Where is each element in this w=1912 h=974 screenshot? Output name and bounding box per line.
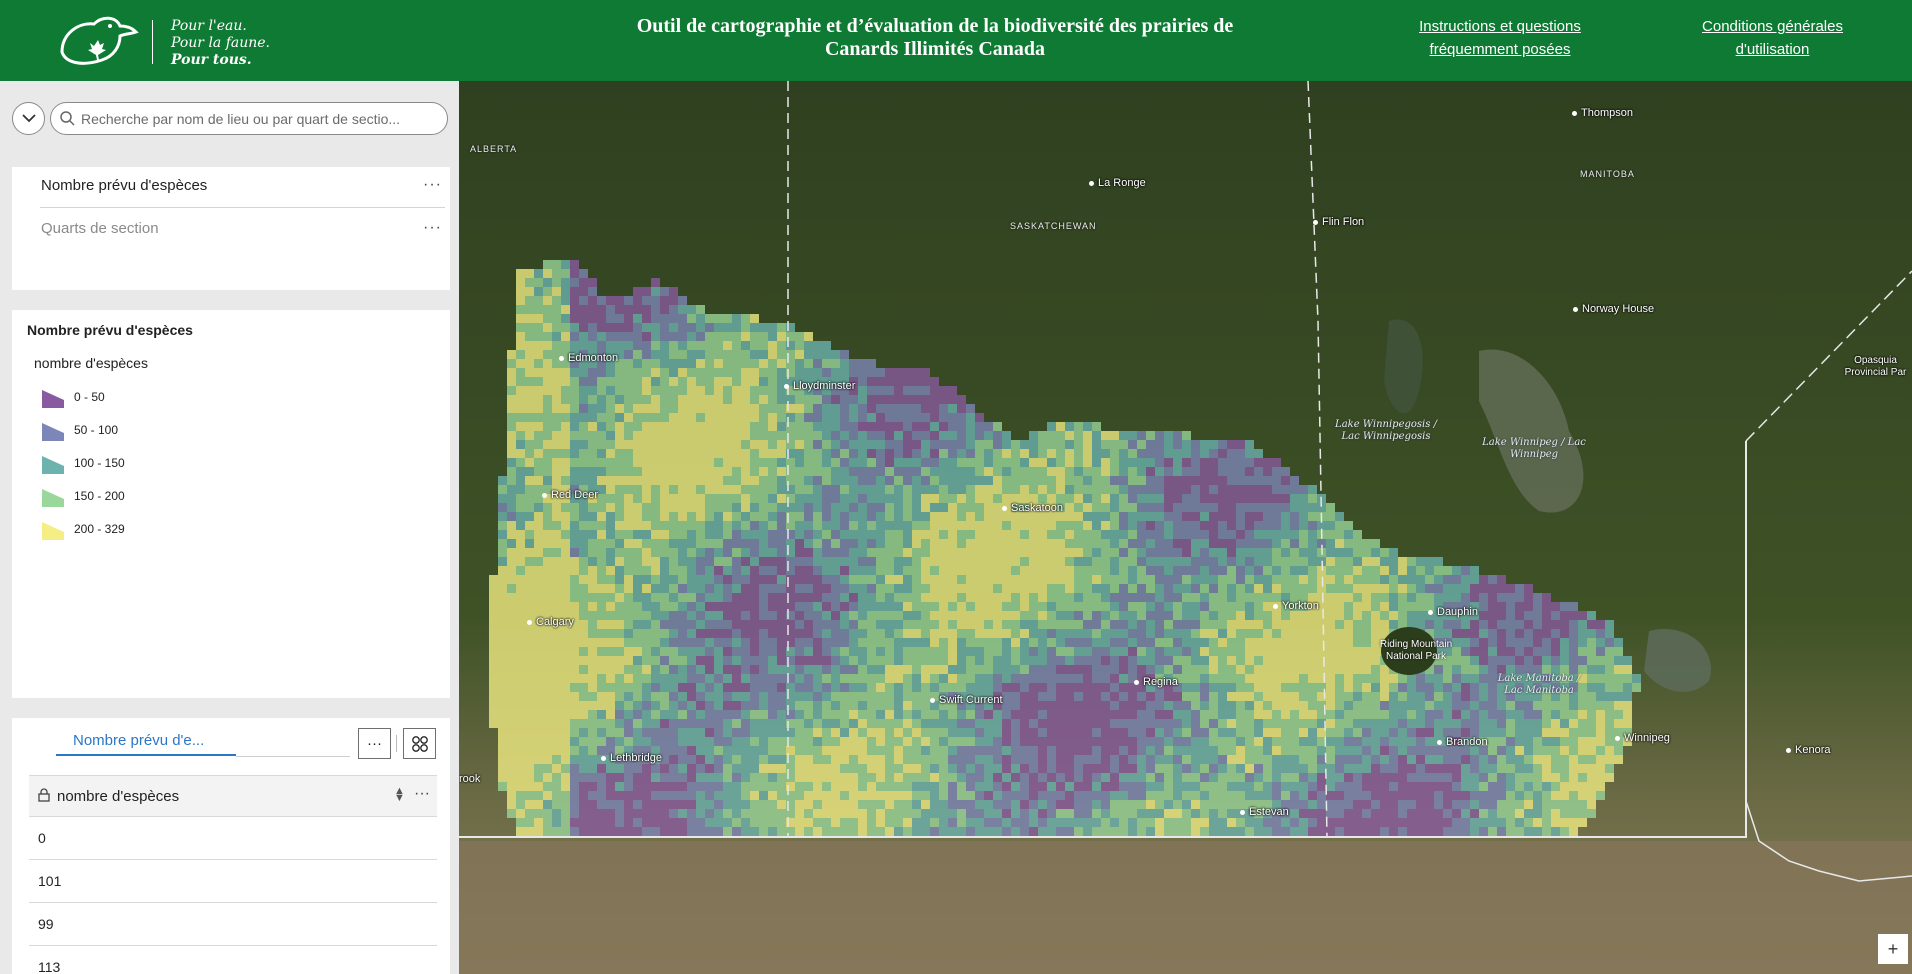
city-label: La Ronge (1089, 177, 1146, 189)
tab-species[interactable]: Nombre prévu d'e... (56, 726, 236, 756)
city-label: Calgary (527, 616, 574, 628)
layer-list: Nombre prévu d'espèces ··· Quarts de sec… (12, 167, 450, 290)
sidebar: Nombre prévu d'espèces ··· Quarts de sec… (0, 81, 457, 974)
city-label: Edmonton (559, 352, 618, 364)
app-header: Pour l'eau. Pour la faune. Pour tous. Ou… (0, 0, 1912, 81)
city-marker (1615, 735, 1620, 741)
lock-icon (38, 788, 50, 802)
city-marker (1273, 603, 1278, 609)
city-marker (1428, 609, 1433, 615)
city-marker (1786, 747, 1791, 753)
city-marker (930, 697, 935, 703)
lake-label: Lake Winnipegosis / Lac Winnipegosis (1335, 419, 1437, 442)
layer-options-button[interactable]: ··· (423, 219, 442, 237)
city-marker (784, 383, 789, 389)
city-label: Thompson (1572, 107, 1633, 119)
sort-icon[interactable]: ▲ ▼ (394, 786, 405, 804)
city-label: Winnipeg (1615, 732, 1670, 744)
city-marker (1240, 809, 1245, 815)
map-view[interactable]: ALBERTA SASKATCHEWAN MANITOBA Thompson L… (459, 81, 1912, 974)
faq-link[interactable]: Instructions et questions fréquemment po… (1385, 15, 1615, 61)
city-marker (559, 355, 564, 361)
zoom-in-button[interactable]: + (1878, 934, 1908, 964)
table-header: nombre d'espèces ▲ ▼ ··· (29, 775, 437, 817)
city-marker (1572, 110, 1577, 116)
grid-icon (411, 735, 428, 752)
city-label: Saskatoon (1002, 502, 1063, 514)
collapse-button[interactable] (12, 102, 45, 135)
region-label: MANITOBA (1580, 169, 1635, 179)
city-marker (1573, 306, 1578, 312)
city-label: Lloydminster (784, 380, 855, 392)
city-label: Flin Flon (1313, 216, 1364, 228)
city-label: Brandon (1437, 736, 1488, 748)
legend-swatch (42, 456, 64, 474)
city-label: Estevan (1240, 806, 1289, 818)
city-marker (542, 492, 547, 498)
table-row[interactable]: 113 (29, 946, 437, 974)
app-title: Outil de cartographie et d’évaluation de… (636, 15, 1234, 60)
terms-link[interactable]: Conditions générales d'utilisation (1660, 15, 1885, 61)
layer-item-quarter-sections[interactable]: Quarts de section (41, 220, 159, 237)
city-marker (1134, 679, 1139, 685)
city-marker (601, 755, 606, 761)
legend-swatch (42, 489, 64, 507)
column-header-label[interactable]: nombre d'espèces (57, 788, 179, 805)
divider (40, 207, 445, 208)
search-box[interactable] (50, 102, 448, 135)
region-label: SASKATCHEWAN (1010, 221, 1097, 231)
chevron-down-icon (21, 114, 36, 123)
divider (236, 756, 350, 757)
region-label: ALBERTA (470, 144, 518, 154)
column-options-button[interactable]: ··· (414, 785, 430, 803)
layer-item-species[interactable]: Nombre prévu d'espèces (41, 177, 207, 194)
city-label: Yorkton (1273, 600, 1319, 612)
park-label: Riding Mountain National Park (1379, 639, 1453, 662)
legend-panel: Nombre prévu d'espèces nombre d'espèces … (12, 310, 450, 698)
layer-options-button[interactable]: ··· (423, 176, 442, 194)
table-options-button[interactable]: ··· (358, 728, 391, 759)
table-layout-button[interactable] (403, 728, 436, 759)
lake-label: Lake Manitoba / Lac Manitoba (1497, 673, 1581, 696)
legend-field-label: nombre d'espèces (34, 355, 148, 371)
city-label: Red Deer (542, 489, 598, 501)
lake-label: Lake Winnipeg / Lac Winnipeg (1482, 437, 1586, 460)
city-marker (527, 619, 532, 625)
ducks-unlimited-logo (60, 16, 139, 65)
city-label: Regina (1134, 676, 1178, 688)
legend-title: Nombre prévu d'espèces (27, 322, 193, 338)
satellite-basemap (459, 81, 1912, 974)
city-label: Swift Current (930, 694, 1003, 706)
city-marker (1002, 505, 1007, 511)
table-row[interactable]: 99 (29, 903, 437, 946)
legend-swatch (42, 522, 64, 540)
city-label: Kenora (1786, 744, 1830, 756)
search-input[interactable] (81, 108, 441, 130)
table-row[interactable]: 101 (29, 860, 437, 903)
tagline: Pour l'eau. Pour la faune. Pour tous. (171, 18, 271, 68)
city-marker (1313, 219, 1318, 225)
search-icon (60, 111, 75, 126)
city-marker (1089, 180, 1094, 186)
legend-swatch (42, 423, 64, 441)
attribute-table: Nombre prévu d'e... ··· nombre d'espèces… (12, 718, 450, 974)
city-label: Dauphin (1428, 606, 1478, 618)
table-row[interactable]: 0 (29, 817, 437, 860)
divider (396, 735, 397, 752)
more-icon: ··· (367, 735, 382, 752)
park-label: Opasquia Provincial Par (1844, 355, 1907, 378)
legend-swatch (42, 390, 64, 408)
city-label: Lethbridge (601, 752, 662, 764)
city-marker (1437, 739, 1442, 745)
city-label: Norway House (1573, 303, 1654, 315)
logo-divider (152, 20, 153, 64)
city-label: rook (459, 773, 481, 785)
